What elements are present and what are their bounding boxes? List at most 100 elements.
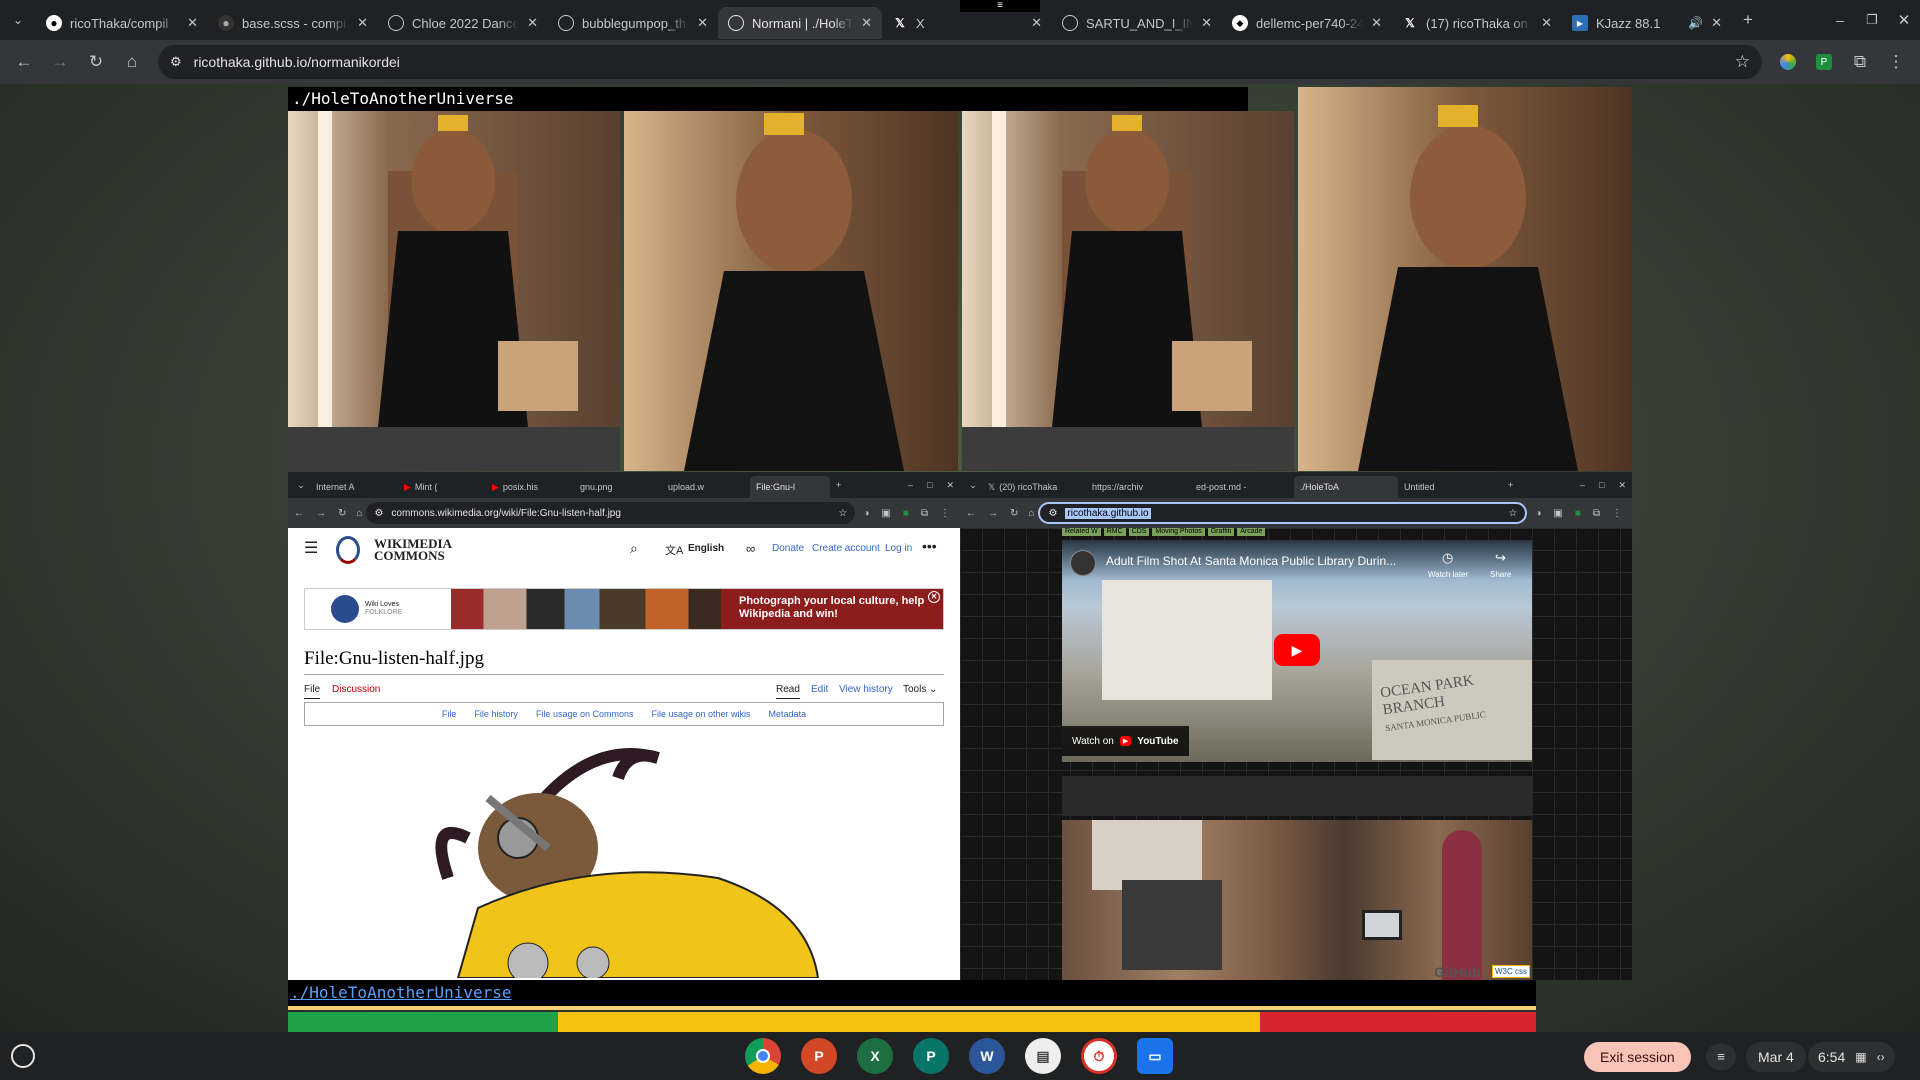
tab-base-scss[interactable]: ● base.scss - compi ✕ xyxy=(208,7,378,39)
tab-bubblegumpop[interactable]: bubblegumpop_th ✕ xyxy=(548,7,718,39)
tab-discussion[interactable]: Discussion xyxy=(332,684,380,695)
close-icon[interactable]: ✕ xyxy=(187,15,198,31)
forward-arrow-icon[interactable]: → xyxy=(988,508,998,519)
close-window-icon[interactable]: ✕ xyxy=(946,480,954,491)
tab-ricothaka-compil[interactable]: ● ricoThaka/compil ✕ xyxy=(36,7,208,39)
tab-file[interactable]: File xyxy=(304,684,321,699)
new-tab-icon[interactable]: + xyxy=(1508,480,1513,490)
home-icon[interactable]: ⌂ xyxy=(356,508,362,519)
tab-dellemc[interactable]: ◆ dellemc-per740-24 ✕ xyxy=(1222,7,1392,39)
reload-icon[interactable]: ↻ xyxy=(338,508,346,519)
donate-link[interactable]: Donate xyxy=(772,543,804,554)
tab-chloe[interactable]: Chloe 2022 Dance ✕ xyxy=(378,7,548,39)
timer-icon[interactable]: ⏱ xyxy=(1081,1038,1117,1074)
close-icon[interactable]: ✕ xyxy=(1031,15,1042,31)
reload-icon[interactable]: ↻ xyxy=(80,46,112,78)
nested-tab[interactable]: https://archiv xyxy=(1086,476,1190,498)
close-icon[interactable]: ✕ xyxy=(861,15,872,31)
watch-later-icon[interactable]: ◷ xyxy=(1442,550,1453,566)
tab-tools[interactable]: Tools ⌄ xyxy=(903,684,938,695)
word-icon[interactable]: W xyxy=(969,1038,1005,1074)
tab-ricothaka-x[interactable]: 𝕏 (17) ricoThaka on ✕ xyxy=(1392,7,1562,39)
back-arrow-icon[interactable]: ← xyxy=(294,508,304,519)
close-window-icon[interactable]: ✕ xyxy=(1888,4,1920,36)
footer-link[interactable]: ./HoleToAnotherUniverse xyxy=(290,983,512,1002)
watch-on-youtube-button[interactable]: Watch on ▶ YouTube xyxy=(1062,726,1189,756)
powerpoint-icon[interactable]: P xyxy=(801,1038,837,1074)
forward-arrow-icon[interactable]: → xyxy=(44,46,76,78)
gnu-image[interactable] xyxy=(388,738,828,980)
tab-sartu[interactable]: SARTU_AND_I_INV ✕ xyxy=(1052,7,1222,39)
chevron-down-icon[interactable]: ⌄ xyxy=(964,480,982,491)
back-arrow-icon[interactable]: ← xyxy=(8,46,40,78)
extension-icon[interactable]: ▣ xyxy=(881,508,890,519)
file-link-metadata[interactable]: Metadata xyxy=(769,709,807,719)
home-icon[interactable]: ⌂ xyxy=(1028,508,1034,519)
extension-icon[interactable]: ■ xyxy=(1575,508,1581,519)
nested-tab[interactable]: ▶ posix.his xyxy=(486,476,574,498)
menu-kebab-icon[interactable]: ⋮ xyxy=(1880,46,1912,78)
site-info-icon[interactable]: ⚙ xyxy=(170,54,182,70)
nested-tab[interactable]: upload.w xyxy=(662,476,750,498)
close-icon[interactable]: ✕ xyxy=(1201,15,1212,31)
close-icon[interactable]: ✕ xyxy=(357,15,368,31)
video-title[interactable]: Adult Film Shot At Santa Monica Public L… xyxy=(1106,554,1436,568)
wiki-loves-folklore-banner[interactable]: Wiki Loves FOLKLORE Photograph your loca… xyxy=(304,588,944,630)
file-link-history[interactable]: File history xyxy=(474,709,518,719)
new-tab-icon[interactable]: + xyxy=(836,480,841,490)
extension-icon-2[interactable]: P xyxy=(1808,46,1840,78)
address-bar[interactable]: ⚙ ricothaka.github.io/normanikordei ☆ xyxy=(158,45,1762,79)
share-icon[interactable]: ↪ xyxy=(1495,550,1506,566)
back-arrow-icon[interactable]: ← xyxy=(966,508,976,519)
nested-tab[interactable]: 𝕏 (20) ricoThaka xyxy=(982,476,1086,498)
close-icon[interactable]: ✕ xyxy=(1371,15,1382,31)
bookmark-star-icon[interactable]: ☆ xyxy=(1735,52,1750,72)
language-icon[interactable]: 文A xyxy=(665,542,683,558)
close-icon[interactable]: ✕ xyxy=(697,15,708,31)
hamburger-menu-icon[interactable]: ☰ xyxy=(304,538,318,558)
restore-icon[interactable]: ❐ xyxy=(1856,4,1888,36)
nested-tab[interactable]: Untitled xyxy=(1398,476,1502,498)
reload-icon[interactable]: ↻ xyxy=(1010,508,1018,519)
publisher-icon[interactable]: P xyxy=(913,1038,949,1074)
restore-icon[interactable]: □ xyxy=(1599,480,1604,490)
minimize-icon[interactable]: – xyxy=(1824,4,1856,36)
nested-tab-active[interactable]: File:Gnu-l xyxy=(750,476,830,498)
extension-icon[interactable]: ■ xyxy=(903,508,909,519)
drag-handle-icon[interactable]: ≡ xyxy=(960,0,1040,12)
file-link-file[interactable]: File xyxy=(442,709,457,719)
tab-view-history[interactable]: View history xyxy=(839,684,893,695)
glasses-icon[interactable]: ∞ xyxy=(746,541,755,556)
extension-icon[interactable]: ◑ xyxy=(1535,508,1541,519)
exit-session-button[interactable]: Exit session xyxy=(1584,1042,1691,1072)
extension-icon[interactable]: ▣ xyxy=(1553,508,1562,519)
github-badge[interactable]: GitHub xyxy=(1434,964,1481,980)
restore-icon[interactable]: □ xyxy=(927,480,932,490)
close-icon[interactable]: ✕ xyxy=(1711,15,1722,31)
minimize-icon[interactable]: – xyxy=(908,480,913,490)
playlist-icon[interactable]: ≡ xyxy=(1706,1044,1736,1070)
nested-address-bar[interactable]: ⚙ commons.wikimedia.org/wiki/File:Gnu-li… xyxy=(366,502,856,524)
extension-icon-1[interactable] xyxy=(1772,46,1804,78)
language-selector[interactable]: English xyxy=(688,543,724,554)
nested-tab[interactable]: ed-post.md - xyxy=(1190,476,1294,498)
file-link-usage-commons[interactable]: File usage on Commons xyxy=(536,709,634,719)
create-account-link[interactable]: Create account xyxy=(812,543,880,554)
youtube-embed[interactable]: OCEAN PARK BRANCH SANTA MONICA PUBLIC Ad… xyxy=(1062,540,1532,762)
extension-icon[interactable]: ◑ xyxy=(863,508,869,519)
new-tab-icon[interactable]: + xyxy=(1732,4,1764,36)
extensions-puzzle-icon[interactable]: ⧉ xyxy=(921,508,928,519)
extensions-puzzle-icon[interactable]: ⧉ xyxy=(1593,508,1600,519)
nested-address-bar[interactable]: ⚙ ricothaka.github.io ☆ xyxy=(1038,502,1528,524)
more-options-icon[interactable]: ••• xyxy=(922,538,937,554)
launcher-icon[interactable] xyxy=(11,1044,35,1068)
channel-avatar[interactable] xyxy=(1070,550,1096,576)
files-icon[interactable]: ▭ xyxy=(1137,1038,1173,1074)
tab-read[interactable]: Read xyxy=(776,684,800,699)
nested-tab[interactable]: ▶ Mint ( xyxy=(398,476,486,498)
bookmark-star-icon[interactable]: ☆ xyxy=(1508,508,1517,519)
close-icon[interactable]: ✕ xyxy=(1541,15,1552,31)
forward-arrow-icon[interactable]: → xyxy=(316,508,326,519)
search-icon[interactable]: ⌕ xyxy=(630,540,638,557)
home-icon[interactable]: ⌂ xyxy=(116,46,148,78)
